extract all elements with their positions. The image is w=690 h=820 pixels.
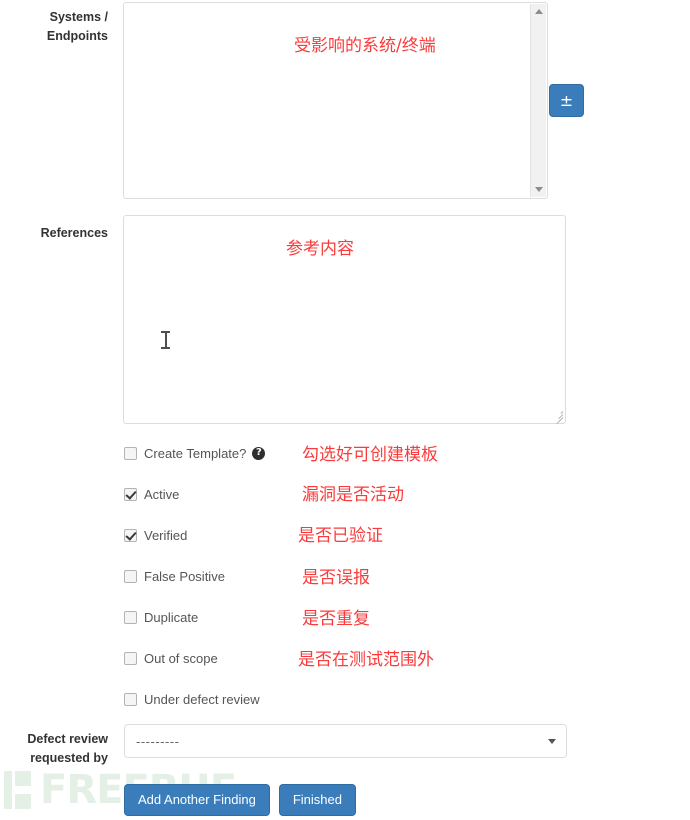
annotation-create-template: 勾选好可创建模板 — [302, 445, 438, 465]
add-another-finding-button[interactable]: Add Another Finding — [124, 784, 270, 816]
checkbox-label-false-positive: False Positive — [144, 568, 225, 584]
scroll-up-arrow-icon[interactable] — [531, 4, 546, 19]
checkbox-row-duplicate[interactable]: Duplicate — [124, 606, 198, 628]
defect-review-row: Defect review requested by --------- — [0, 722, 690, 772]
checkbox-row-active[interactable]: Active — [124, 483, 179, 505]
checkbox-row-false-positive[interactable]: False Positive — [124, 565, 225, 587]
watermark-logo-icon — [4, 771, 34, 809]
annotation-verified: 是否已验证 — [298, 526, 383, 546]
form-button-bar: Add Another Finding Finished — [124, 784, 356, 816]
checkbox-label-active: Active — [144, 486, 180, 502]
checkbox-row-under-defect-review[interactable]: Under defect review — [124, 688, 260, 710]
systems-endpoints-label-line1: Systems / — [49, 10, 108, 24]
systems-endpoints-label: Systems / Endpoints — [0, 8, 108, 46]
checkbox-row-create-template[interactable]: Create Template? ? — [124, 442, 266, 464]
checkbox-row-out-of-scope[interactable]: Out of scope — [124, 647, 218, 669]
chevron-down-icon[interactable] — [548, 738, 556, 744]
systems-endpoints-label-line2: Endpoints — [46, 29, 108, 43]
annotation-duplicate: 是否重复 — [302, 609, 370, 629]
systems-endpoints-annotation: 受影响的系统/终端 — [294, 36, 436, 56]
references-row: References 参考内容 — [0, 210, 690, 425]
checkbox-label-verified: Verified — [144, 527, 188, 543]
checkbox-false-positive[interactable] — [124, 569, 137, 583]
help-icon[interactable]: ? — [252, 446, 266, 460]
checkbox-active[interactable] — [124, 487, 137, 501]
checkbox-row-verified[interactable]: Verified — [124, 524, 187, 546]
finished-button[interactable]: Finished — [278, 784, 356, 816]
annotation-active: 漏洞是否活动 — [302, 485, 404, 505]
checkbox-label-duplicate: Duplicate — [144, 609, 199, 625]
defect-review-label-line1: Defect review — [27, 732, 108, 746]
references-annotation: 参考内容 — [286, 239, 354, 259]
references-label: References — [40, 226, 108, 240]
systems-endpoints-textarea[interactable]: 受影响的系统/终端 — [123, 2, 548, 199]
scroll-down-arrow-icon[interactable] — [531, 182, 546, 197]
text-cursor-icon — [161, 331, 170, 349]
annotation-out-of-scope: 是否在测试范围外 — [298, 650, 434, 670]
annotation-false-positive: 是否误报 — [302, 568, 370, 588]
checkbox-under-defect-review[interactable] — [124, 692, 137, 706]
checkbox-out-of-scope[interactable] — [124, 651, 137, 665]
references-textarea[interactable]: 参考内容 — [123, 215, 566, 425]
systems-endpoints-row: Systems / Endpoints 受影响的系统/终端 ± — [0, 0, 690, 205]
resize-handle-icon[interactable] — [551, 409, 564, 425]
checkbox-label-out-of-scope: Out of scope — [144, 650, 218, 666]
defect-review-selected-value: --------- — [136, 733, 180, 749]
systems-endpoints-scrollbar[interactable] — [530, 4, 546, 197]
checkbox-verified[interactable] — [124, 528, 137, 542]
plus-minus-button[interactable]: ± — [549, 84, 584, 117]
defect-review-label: Defect review requested by — [0, 730, 108, 768]
checkbox-label-under-defect-review: Under defect review — [144, 691, 260, 707]
checkbox-duplicate[interactable] — [124, 610, 137, 624]
checkbox-label-create-template: Create Template? — [144, 445, 247, 461]
defect-review-label-line2: requested by — [30, 751, 108, 765]
defect-review-select[interactable]: --------- — [124, 724, 567, 758]
checkbox-create-template[interactable] — [124, 446, 137, 460]
